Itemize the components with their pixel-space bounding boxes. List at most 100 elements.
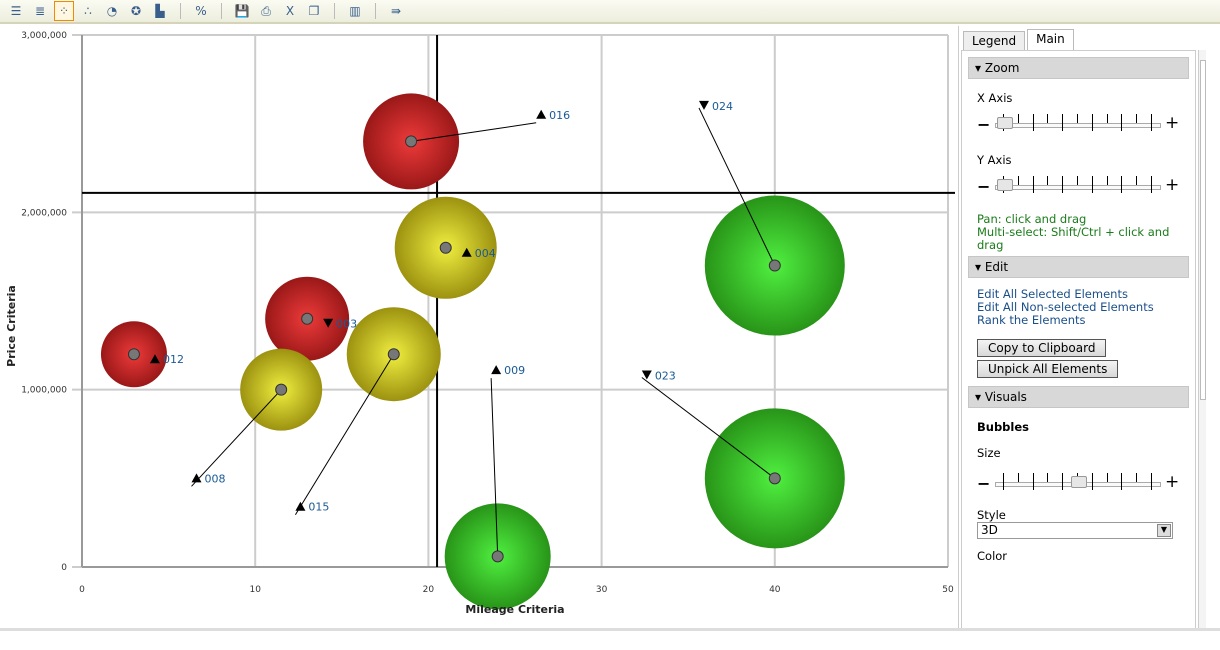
toolbar-separator — [334, 3, 335, 19]
radar-chart-icon[interactable]: ✪ — [126, 1, 146, 21]
bubble-label[interactable]: 008 — [205, 472, 226, 485]
zoom-title: Zoom — [984, 61, 1020, 75]
slider-tick — [1077, 176, 1078, 185]
pin-arrow-icon[interactable]: ⇛ — [386, 1, 406, 21]
scrollbar-thumb[interactable] — [1200, 60, 1206, 400]
slider-tick — [1121, 176, 1123, 193]
copy-to-clipboard-button[interactable]: Copy to Clipboard — [977, 339, 1107, 357]
slider-tick — [1032, 176, 1034, 193]
scatter-chart-icon[interactable]: ∴ — [78, 1, 98, 21]
x-tick-label: 40 — [769, 585, 781, 595]
bubble-label[interactable]: 004 — [475, 247, 496, 260]
unpick-all-button[interactable]: Unpick All Elements — [977, 360, 1119, 378]
plus-icon[interactable]: + — [1165, 472, 1179, 492]
x-axis-zoom-slider[interactable]: − + — [977, 111, 1179, 141]
triangle-up-icon — [491, 365, 502, 375]
chevron-down-icon[interactable]: ▼ — [1157, 524, 1171, 537]
bubble-label[interactable]: 015 — [308, 501, 329, 514]
bubble-chart-icon[interactable]: ⁘ — [54, 1, 74, 21]
bubble-center-dot[interactable] — [491, 550, 504, 563]
rank-elements-link[interactable]: Rank the Elements — [962, 314, 1195, 327]
slider-thumb[interactable] — [997, 117, 1013, 129]
y-axis-zoom-slider[interactable]: − + — [977, 173, 1179, 203]
slider-tick — [1121, 114, 1123, 131]
slider-tick — [1106, 473, 1108, 482]
bubble-label[interactable]: 003 — [336, 318, 357, 331]
bubble-center-dot[interactable] — [387, 348, 400, 361]
slider-thumb[interactable] — [997, 179, 1013, 191]
x-tick-label: 0 — [79, 585, 85, 595]
visuals-section-header[interactable]: ▾ Visuals — [968, 386, 1189, 408]
bubble-label[interactable]: 024 — [712, 100, 733, 113]
slider-thumb[interactable] — [1071, 476, 1087, 488]
y-axis-title: Price Criteria — [5, 285, 18, 367]
style-select[interactable]: 3D ▼ — [977, 522, 1173, 539]
bubbles-heading: Bubbles — [977, 420, 1030, 434]
bubble-chart[interactable]: 0 10 20 30 40 50 0 1,000,000 2,000,000 3,000,000 0… — [0, 26, 955, 630]
y-tick-label: 2,000,000 — [21, 208, 67, 218]
size-label: Size — [977, 446, 1001, 460]
slider-tick — [1047, 473, 1049, 482]
zoom-section-header[interactable]: ▾ Zoom — [968, 57, 1189, 79]
slider-tick — [1151, 176, 1152, 193]
edit-section-header[interactable]: ▾ Edit — [968, 256, 1189, 278]
bubble-label[interactable]: 012 — [163, 353, 184, 366]
bubble-center-dot[interactable] — [301, 312, 314, 325]
excel-export-icon[interactable]: X — [280, 1, 300, 21]
slider-tick — [1091, 176, 1093, 193]
side-panel: Legend Main ▾ Zoom X Axis − + Y Axis − + P… — [958, 26, 1205, 628]
x-tick-label: 20 — [423, 585, 435, 595]
toolbar-separator — [180, 3, 181, 19]
plus-icon[interactable]: + — [1165, 175, 1179, 195]
pie-chart-icon[interactable]: ◔ — [102, 1, 122, 21]
minus-icon[interactable]: − — [977, 115, 990, 134]
slider-tick — [1062, 473, 1064, 490]
tab-legend[interactable]: Legend — [963, 31, 1026, 50]
slider-tick — [1136, 114, 1138, 123]
bubble-size-slider[interactable]: − + — [977, 470, 1179, 500]
minus-icon[interactable]: − — [977, 474, 990, 493]
toolbar-separator — [375, 3, 376, 19]
style-label: Style — [977, 508, 1006, 522]
plus-icon[interactable]: + — [1165, 113, 1179, 133]
bubble-center-dot[interactable] — [439, 241, 452, 254]
bubble-label[interactable]: 009 — [504, 364, 525, 377]
style-value: 3D — [981, 523, 998, 537]
tab-main[interactable]: Main — [1027, 29, 1074, 50]
stacked-bar-icon[interactable]: ≣ — [30, 1, 50, 21]
triangle-down-icon — [698, 100, 709, 110]
bubble-label[interactable]: 016 — [549, 109, 570, 122]
slider-track[interactable] — [995, 123, 1161, 128]
bubble-center-dot[interactable] — [768, 472, 781, 485]
panel-scrollbar[interactable] — [1198, 50, 1206, 628]
slider-tick — [1091, 114, 1093, 131]
y-tick-label: 1,000,000 — [21, 386, 67, 396]
slider-tick — [1062, 176, 1064, 193]
format-percent-icon[interactable]: % — [191, 1, 211, 21]
triangle-up-icon — [536, 109, 547, 119]
bubble-center-dot[interactable] — [405, 135, 418, 148]
slider-tick — [1062, 114, 1064, 131]
multi-select-hint: Multi-select: Shift/Ctrl + click and dra… — [977, 225, 1170, 252]
print-icon[interactable]: ⎙ — [256, 1, 276, 21]
slider-tick — [1151, 114, 1152, 131]
bubble-center-dot[interactable] — [127, 348, 140, 361]
bar-chart-icon[interactable]: ☰ — [6, 1, 26, 21]
slider-tick — [1017, 176, 1019, 185]
slider-track[interactable] — [995, 185, 1161, 190]
bubble-center-dot[interactable] — [275, 383, 288, 396]
minus-icon[interactable]: − — [977, 177, 990, 196]
bubble-label[interactable]: 023 — [655, 369, 676, 382]
triangle-up-icon — [295, 501, 306, 511]
slider-tick — [1121, 473, 1123, 490]
copy-window-icon[interactable]: ❐ — [304, 1, 324, 21]
save-icon[interactable]: 💾 — [232, 1, 252, 21]
report-icon[interactable]: ▥ — [345, 1, 365, 21]
slider-tick — [1091, 473, 1093, 490]
x-axis-label: X Axis — [977, 91, 1013, 105]
step-chart-icon[interactable]: ▙ — [150, 1, 170, 21]
y-axis-label: Y Axis — [977, 153, 1012, 167]
color-label: Color — [977, 549, 1008, 563]
slider-tick — [1077, 114, 1078, 123]
bubble-center-dot[interactable] — [768, 259, 781, 272]
